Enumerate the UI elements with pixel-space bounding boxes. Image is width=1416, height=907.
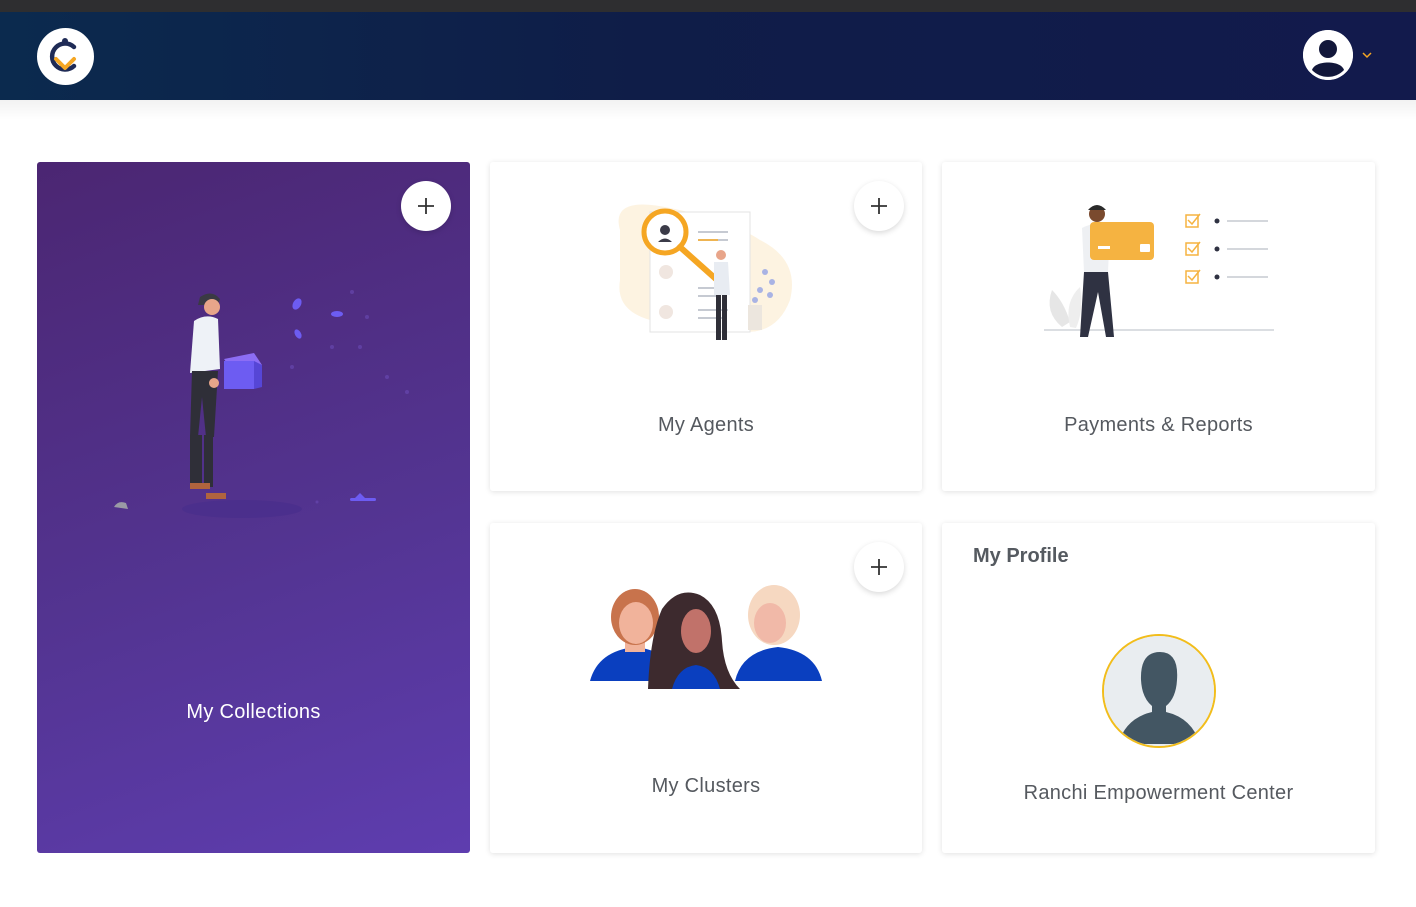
browser-top-strip [0,0,1416,12]
user-silhouette-icon [1104,636,1214,746]
user-avatar-icon[interactable] [1303,30,1353,80]
profile-name: Ranchi Empowerment Center [1023,782,1294,804]
profile-avatar [1102,634,1216,748]
card-my-clusters[interactable]: My Clusters [490,523,922,853]
clusters-label: My Clusters [651,775,761,797]
card-payments-reports[interactable]: Payments & Reports [942,162,1375,491]
add-agent-button[interactable] [854,181,904,231]
payments-label: Payments & Reports [1064,414,1253,436]
collections-label: My Collections [186,701,321,723]
payments-illustration [1044,205,1274,337]
plus-icon [418,198,434,214]
agents-label: My Agents [657,414,755,436]
add-collection-button[interactable] [401,181,451,231]
plus-icon [871,559,887,575]
card-my-collections[interactable]: My Collections [37,162,470,853]
add-cluster-button[interactable] [854,542,904,592]
app-header [0,12,1416,100]
chevron-down-icon[interactable] [1361,48,1373,60]
collections-illustration [114,290,409,518]
agents-illustration [618,204,792,340]
header-shadow [0,100,1416,120]
clusters-illustration [590,585,822,689]
card-my-profile[interactable]: My Profile Ranchi Empowerment Center [942,523,1375,853]
card-my-agents[interactable]: My Agents [490,162,922,491]
plus-icon [871,198,887,214]
profile-title: My Profile [973,545,1069,567]
app-logo-icon[interactable] [37,28,94,85]
